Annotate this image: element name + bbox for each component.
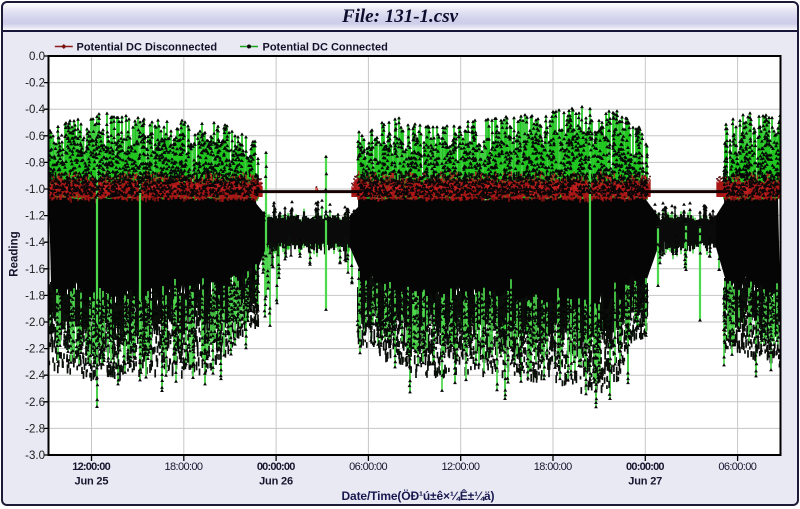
svg-text:-1.8: -1.8 xyxy=(25,290,45,302)
svg-text:-2.2: -2.2 xyxy=(25,344,45,356)
svg-text:Potential DC Disconnected: Potential DC Disconnected xyxy=(77,42,218,54)
svg-text:Jun 25: Jun 25 xyxy=(75,476,109,488)
svg-text:-1.0: -1.0 xyxy=(25,184,45,196)
svg-text:-2.6: -2.6 xyxy=(25,397,45,409)
svg-text:Reading: Reading xyxy=(9,231,21,276)
svg-text:12:00:00: 12:00:00 xyxy=(441,461,480,473)
svg-text:-0.8: -0.8 xyxy=(25,157,45,169)
svg-text:00:00:00: 00:00:00 xyxy=(626,461,665,473)
svg-text:-0.4: -0.4 xyxy=(25,104,45,116)
svg-text:-0.6: -0.6 xyxy=(25,131,45,143)
svg-text:12:00:00: 12:00:00 xyxy=(72,461,111,473)
svg-text:Jun 26: Jun 26 xyxy=(259,476,293,488)
svg-text:-0.2: -0.2 xyxy=(25,78,45,90)
svg-text:Jun 27: Jun 27 xyxy=(628,476,662,488)
svg-text:-2.8: -2.8 xyxy=(25,423,45,435)
svg-text:18:00:00: 18:00:00 xyxy=(165,461,204,473)
svg-text:Potential DC Connected: Potential DC Connected xyxy=(263,42,388,54)
svg-text:06:00:00: 06:00:00 xyxy=(718,461,757,473)
svg-text:00:00:00: 00:00:00 xyxy=(257,461,296,473)
svg-text:-2.0: -2.0 xyxy=(25,317,45,329)
svg-text:-2.4: -2.4 xyxy=(25,370,45,382)
svg-text:06:00:00: 06:00:00 xyxy=(349,461,388,473)
svg-text:-1.2: -1.2 xyxy=(25,211,45,223)
svg-text:Date/Time(ÖÐ¹ú±ê×¼Ê±¼ä): Date/Time(ÖÐ¹ú±ê×¼Ê±¼ä) xyxy=(342,488,495,503)
svg-text:-1.4: -1.4 xyxy=(25,237,45,249)
svg-text:0.0: 0.0 xyxy=(29,51,45,63)
svg-text:18:00:00: 18:00:00 xyxy=(534,461,573,473)
svg-text:-1.6: -1.6 xyxy=(25,264,45,276)
svg-text:-3.0: -3.0 xyxy=(25,450,45,462)
